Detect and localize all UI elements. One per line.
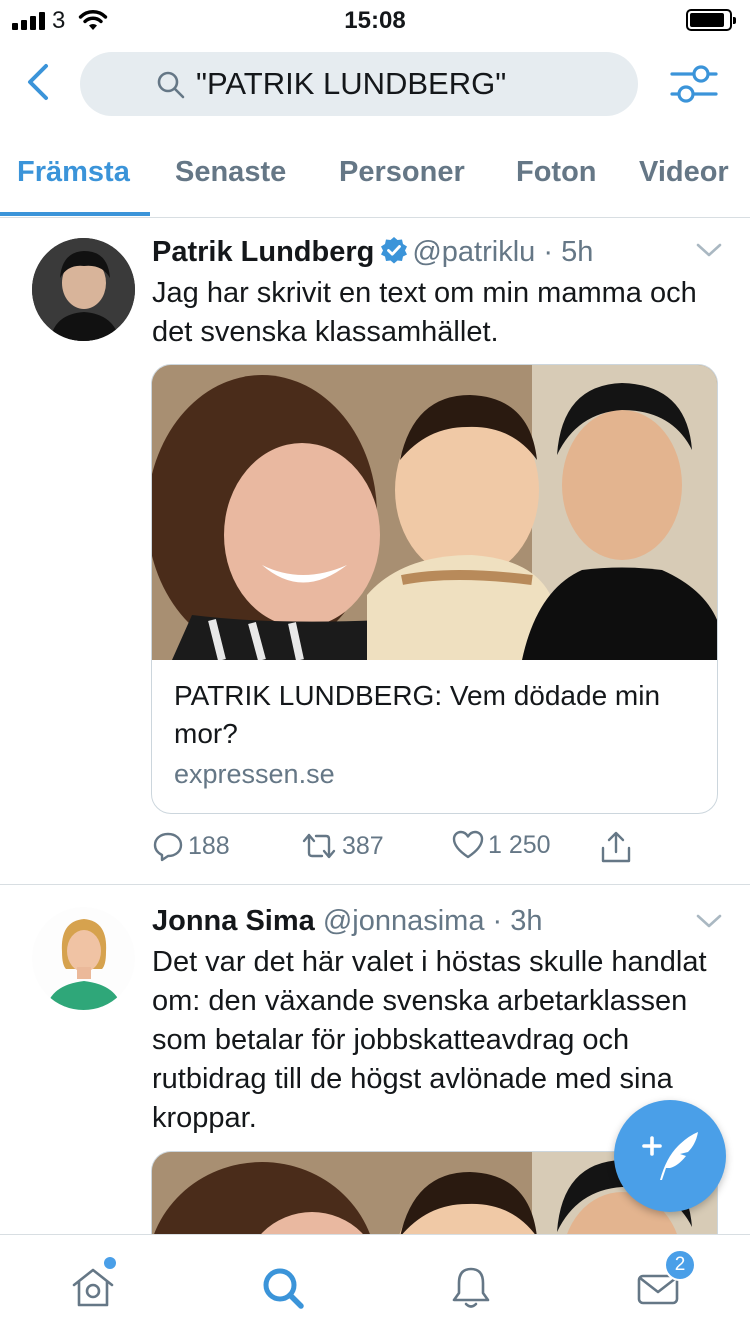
tweet-time: 3h [510, 905, 543, 937]
link-card[interactable]: PATRIK LUNDBERG: Vem dödade min mor? exp… [151, 364, 718, 814]
author-name[interactable]: Jonna Sima [152, 905, 315, 937]
messages-badge: 2 [664, 1249, 696, 1281]
tweet-actions: 188 387 1 250 [152, 830, 652, 870]
like-count: 1 250 [488, 830, 551, 859]
reply-icon [153, 832, 183, 862]
search-filter-icon[interactable] [668, 62, 720, 106]
tweet-header: Patrik Lundberg @patriklu · 5h [152, 236, 594, 268]
tab-messages[interactable]: 2 [634, 1249, 696, 1313]
search-input[interactable]: "PATRIK LUNDBERG" [80, 52, 638, 116]
home-icon [72, 1268, 114, 1307]
bottom-tab-bar: 2 [0, 1234, 750, 1334]
search-tabs: Främsta Senaste Personer Foton Videor [0, 130, 750, 218]
link-card-domain: expressen.se [174, 759, 335, 789]
tab-explore[interactable] [258, 1263, 308, 1313]
share-button[interactable] [600, 830, 632, 864]
bell-icon [452, 1267, 490, 1308]
tab-latest[interactable]: Senaste [175, 156, 286, 189]
search-icon [157, 71, 185, 99]
retweet-icon [302, 833, 336, 859]
tweet[interactable]: Patrik Lundberg @patriklu · 5h Jag har s… [0, 220, 750, 884]
avatar[interactable] [32, 238, 135, 341]
battery-icon [686, 9, 736, 31]
tab-people[interactable]: Personer [339, 156, 465, 189]
retweet-count: 387 [342, 831, 384, 860]
compose-tweet-button[interactable] [614, 1100, 726, 1212]
like-button[interactable]: 1 250 [452, 830, 551, 860]
retweet-button[interactable]: 387 [300, 830, 384, 862]
tab-top[interactable]: Främsta [17, 156, 130, 189]
search-icon [263, 1268, 304, 1309]
chevron-down-icon[interactable] [696, 913, 722, 929]
author-name[interactable]: Patrik Lundberg [152, 236, 374, 268]
tweet-text: Jag har skrivit en text om min mamma och… [152, 277, 697, 348]
chevron-down-icon[interactable] [696, 242, 722, 258]
reply-button[interactable]: 188 [152, 830, 230, 862]
tab-home[interactable] [68, 1257, 118, 1313]
search-query-text: "PATRIK LUNDBERG" [196, 66, 507, 101]
author-handle[interactable]: @jonnasima [323, 905, 485, 937]
tab-notifications[interactable] [446, 1263, 496, 1313]
link-card-title: PATRIK LUNDBERG: Vem dödade min mor? [174, 680, 661, 749]
tab-photos[interactable]: Foton [516, 156, 597, 189]
share-icon [601, 831, 631, 863]
tweet-header: Jonna Sima @jonnasima · 3h [152, 905, 543, 937]
tweet-time: 5h [561, 236, 594, 268]
avatar[interactable] [32, 907, 135, 1010]
compose-feather-icon [642, 1132, 698, 1180]
home-new-indicator [104, 1257, 116, 1269]
status-time: 15:08 [344, 7, 406, 34]
status-bar: 3 15:08 [0, 0, 750, 40]
tab-videos[interactable]: Videor [639, 156, 729, 189]
heart-icon [452, 830, 484, 859]
active-tab-indicator [0, 212, 150, 216]
verified-badge-icon [381, 237, 408, 264]
link-card-image [152, 365, 717, 660]
reply-count: 188 [188, 831, 230, 860]
back-chevron-icon[interactable] [22, 62, 58, 102]
author-handle[interactable]: @patriklu [412, 236, 535, 268]
